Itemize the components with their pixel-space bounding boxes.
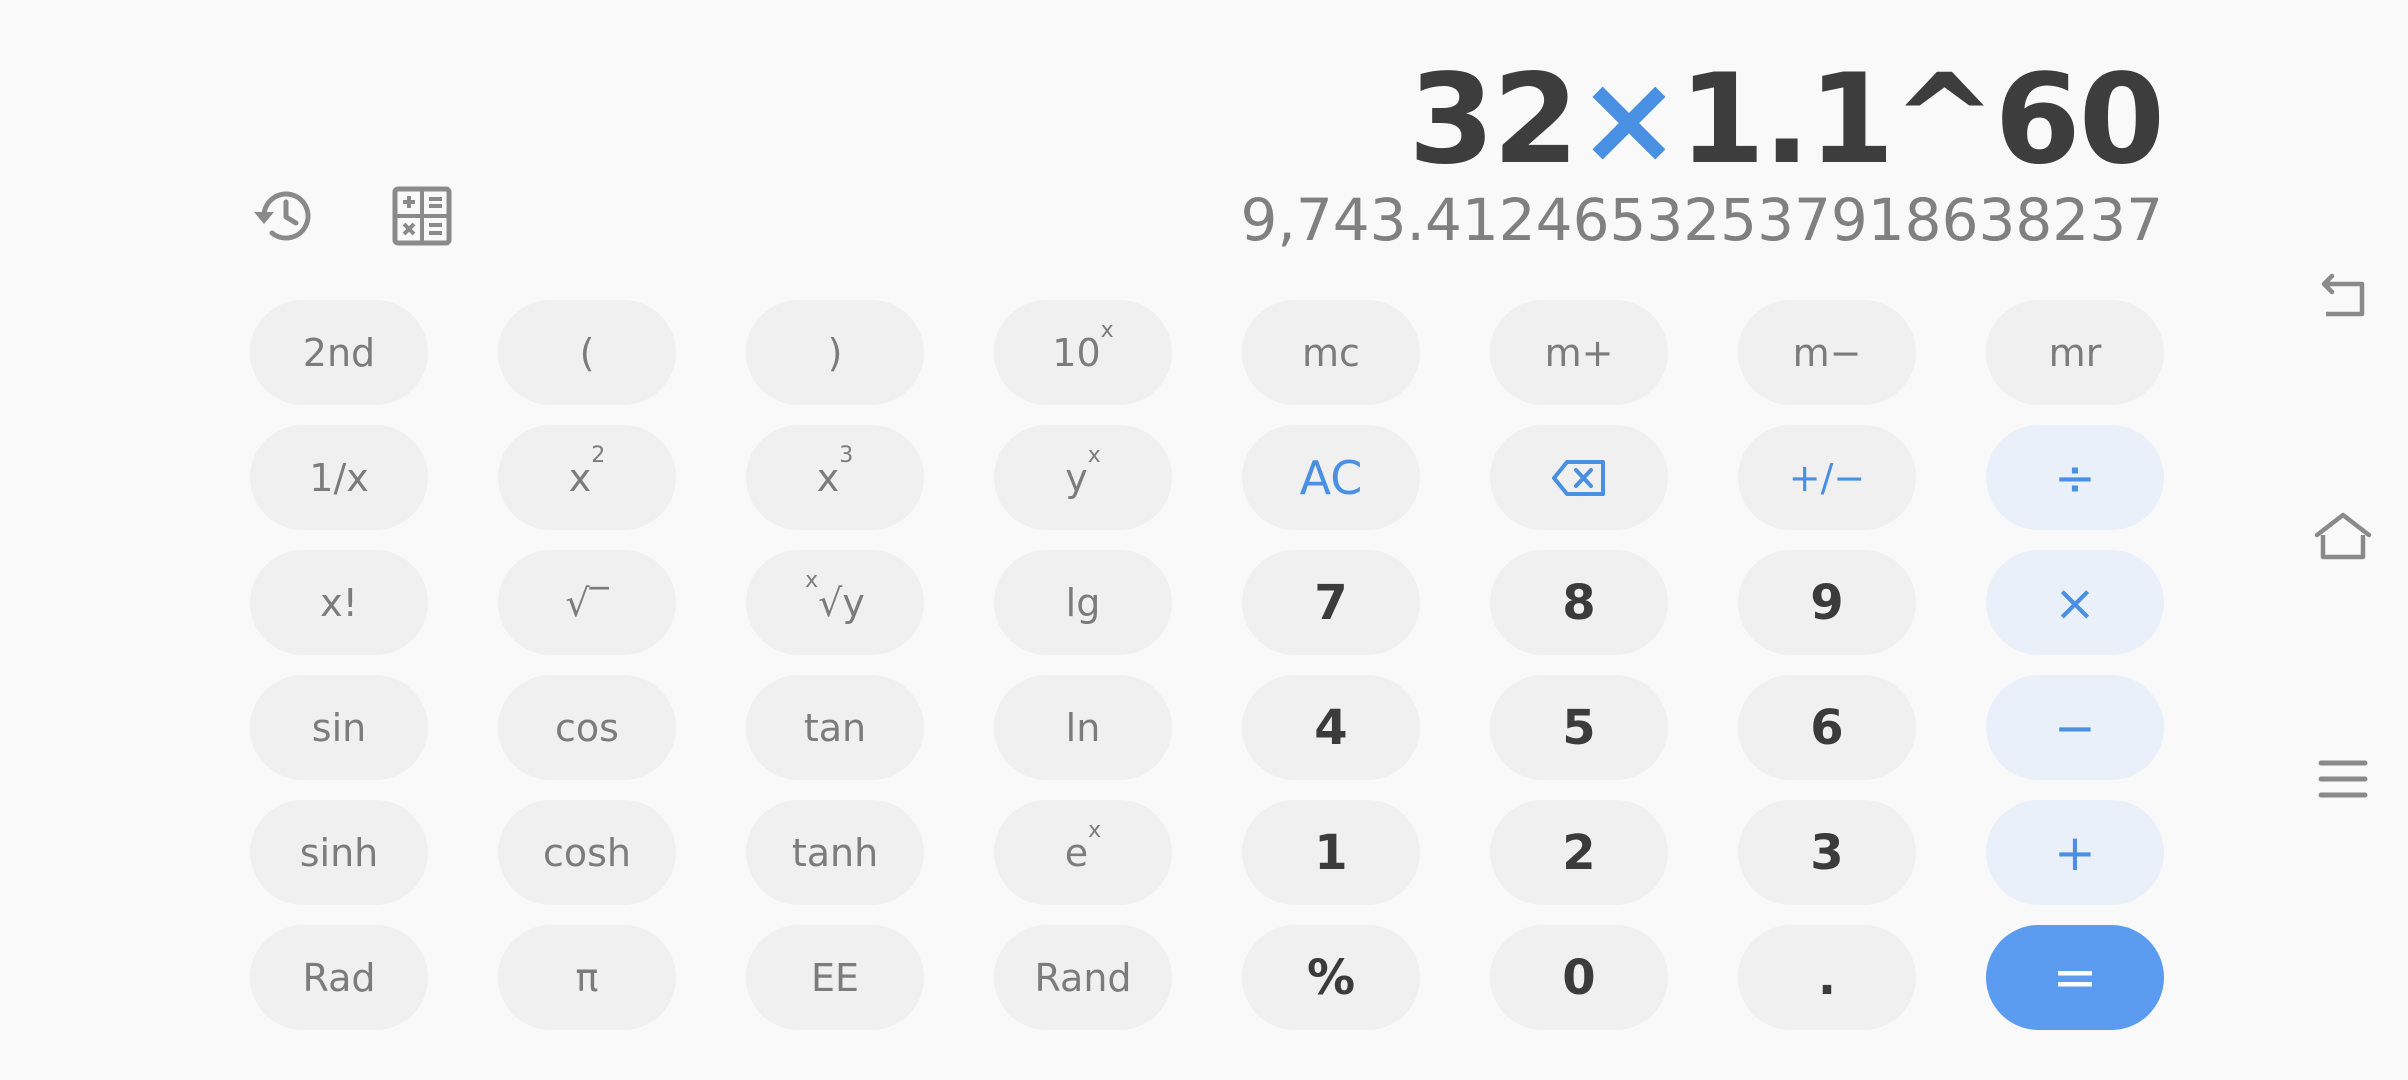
expression-right: 1.1^60 [1678,48,2165,192]
result-display: 9,743.41246532537918638237 [1240,186,2163,254]
key-9[interactable]: 9 [1738,550,1916,655]
home-icon[interactable] [2308,502,2378,572]
key-lg[interactable]: lg [994,550,1172,655]
menu-icon[interactable] [2308,744,2378,814]
back-icon[interactable] [2308,262,2378,332]
key-decimal[interactable]: . [1738,925,1916,1030]
key-4[interactable]: 4 [1242,675,1420,780]
key-sin[interactable]: sin [250,675,428,780]
keypad: 2nd ( ) 10 x mc m+ m− mr 1/x x2 x3 yx AC … [250,300,2164,1030]
key-backspace[interactable] [1490,425,1668,530]
key-divide[interactable]: ÷ [1986,425,2164,530]
key-pi[interactable]: π [498,925,676,1030]
key-subtract[interactable]: − [1986,675,2164,780]
key-cosh[interactable]: cosh [498,800,676,905]
expression-display: 32×1.1^60 [1408,40,2165,200]
key-mr[interactable]: mr [1986,300,2164,405]
key-ten-power-x-base: 10 [1052,330,1101,375]
calculator-screen: 32×1.1^60 9,743.41246532537918638237 2nd… [0,0,2408,1080]
key-close-paren[interactable]: ) [746,300,924,405]
key-reciprocal[interactable]: 1/x [250,425,428,530]
key-square-base: x [568,455,592,500]
key-0[interactable]: 0 [1490,925,1668,1030]
key-rad[interactable]: Rad [250,925,428,1030]
key-cos[interactable]: cos [498,675,676,780]
key-square-root[interactable]: √‾ [498,550,676,655]
backspace-icon [1552,459,1605,496]
key-m-minus[interactable]: m− [1738,300,1916,405]
key-m-plus[interactable]: m+ [1490,300,1668,405]
key-2[interactable]: 2 [1490,800,1668,905]
key-e-power-x-base: e [1064,830,1089,875]
key-8[interactable]: 8 [1490,550,1668,655]
key-5[interactable]: 5 [1490,675,1668,780]
key-open-paren[interactable]: ( [498,300,676,405]
key-add[interactable]: + [1986,800,2164,905]
key-ten-power-x[interactable]: 10 x [994,300,1172,405]
key-square[interactable]: x2 [498,425,676,530]
key-ee[interactable]: EE [746,925,924,1030]
key-y-power-x[interactable]: yx [994,425,1172,530]
key-7[interactable]: 7 [1242,550,1420,655]
key-sinh[interactable]: sinh [250,800,428,905]
key-ln[interactable]: ln [994,675,1172,780]
key-2nd[interactable]: 2nd [250,300,428,405]
key-cube-base: x [816,455,840,500]
key-3[interactable]: 3 [1738,800,1916,905]
key-equals[interactable]: = [1986,925,2164,1030]
key-e-power-x[interactable]: ex [994,800,1172,905]
key-1[interactable]: 1 [1242,800,1420,905]
key-rand[interactable]: Rand [994,925,1172,1030]
key-tanh[interactable]: tanh [746,800,924,905]
key-cube[interactable]: x3 [746,425,924,530]
key-plus-minus[interactable]: +/− [1738,425,1916,530]
key-x-root-y-label: √y [818,580,865,625]
key-tan[interactable]: tan [746,675,924,780]
calculator-mode-icon[interactable] [386,180,458,252]
key-multiply[interactable]: × [1986,550,2164,655]
key-all-clear[interactable]: AC [1242,425,1420,530]
key-mc[interactable]: mc [1242,300,1420,405]
expression-operator: × [1576,48,1681,192]
key-factorial[interactable]: x! [250,550,428,655]
history-icon[interactable] [248,180,320,252]
key-y-power-x-base: y [1065,455,1088,500]
key-6[interactable]: 6 [1738,675,1916,780]
expression-left: 32 [1408,48,1579,192]
key-percent[interactable]: % [1242,925,1420,1030]
key-x-root-y[interactable]: x √y [746,550,924,655]
